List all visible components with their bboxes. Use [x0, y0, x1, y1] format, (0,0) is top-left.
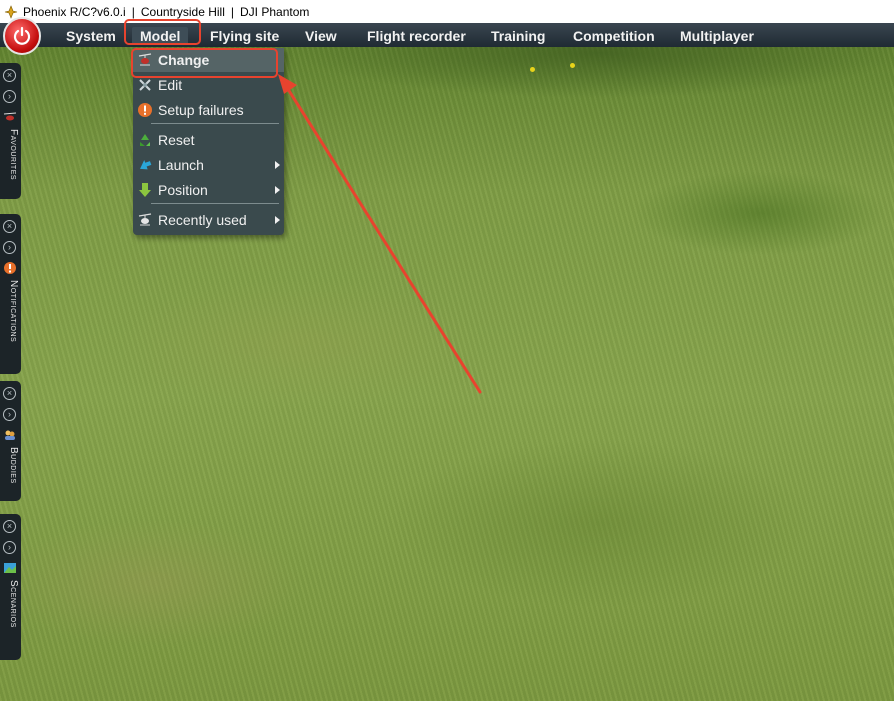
side-panel-notifications[interactable]: × › Notifications	[0, 214, 21, 374]
warning-icon	[4, 262, 16, 274]
change-item-highlight	[131, 48, 278, 78]
scenario-icon	[4, 563, 16, 573]
side-panel-scenarios[interactable]: × › Scenarios	[0, 514, 21, 660]
side-panel-label: Notifications	[8, 280, 19, 343]
menu-separator	[151, 123, 279, 124]
side-panel-label: Buddies	[8, 447, 19, 484]
flower	[530, 67, 535, 72]
side-panel-buddies[interactable]: × › Buddies	[0, 381, 21, 501]
menu-item-setup-failures[interactable]: Setup failures	[133, 98, 284, 122]
menu-item-label: Position	[158, 182, 208, 198]
down-arrow-icon	[139, 183, 151, 197]
power-button[interactable]	[3, 17, 41, 55]
helicopter-icon	[138, 213, 152, 226]
wrench-icon	[139, 79, 151, 91]
close-icon[interactable]: ×	[3, 220, 16, 233]
submenu-arrow-icon	[275, 216, 280, 224]
side-panel-label: Favourites	[8, 129, 19, 181]
launch-arrow-icon	[140, 159, 152, 170]
menu-view[interactable]: View	[297, 27, 345, 45]
menu-item-recently-used[interactable]: Recently used	[133, 208, 284, 232]
model-title: DJI Phantom	[240, 4, 310, 19]
side-panel-favourites[interactable]: × › Favourites	[0, 63, 21, 199]
flying-site-title: Countryside Hill	[140, 4, 225, 19]
menu-separator	[151, 203, 279, 204]
submenu-arrow-icon	[275, 161, 280, 169]
menu-item-label: Setup failures	[158, 102, 244, 118]
app-icon	[4, 4, 18, 19]
submenu-arrow-icon	[275, 186, 280, 194]
title-separator: |	[230, 4, 235, 19]
menu-system[interactable]: System	[58, 27, 124, 45]
menu-item-label: Recently used	[158, 212, 247, 228]
model-menu-highlight	[124, 19, 201, 45]
menu-multiplayer[interactable]: Multiplayer	[672, 27, 762, 45]
close-icon[interactable]: ×	[3, 387, 16, 400]
warning-icon	[138, 103, 152, 117]
menu-item-label: Launch	[158, 157, 204, 173]
title-separator: |	[131, 4, 135, 19]
menu-item-label: Reset	[158, 132, 195, 148]
menu-flying-site[interactable]: Flying site	[202, 27, 287, 45]
menu-competition[interactable]: Competition	[565, 27, 663, 45]
app-title: Phoenix R/C?v6.0.i	[23, 4, 126, 19]
expand-icon[interactable]: ›	[3, 241, 16, 254]
expand-icon[interactable]: ›	[3, 541, 16, 554]
expand-icon[interactable]: ›	[3, 90, 16, 103]
buddies-icon	[5, 430, 15, 440]
close-icon[interactable]: ×	[3, 520, 16, 533]
flower	[570, 63, 575, 68]
close-icon[interactable]: ×	[3, 69, 16, 82]
expand-icon[interactable]: ›	[3, 408, 16, 421]
power-icon	[13, 26, 31, 45]
menu-training[interactable]: Training	[483, 27, 553, 45]
menu-flight-recorder[interactable]: Flight recorder	[359, 27, 474, 45]
menu-item-launch[interactable]: Launch	[133, 153, 284, 177]
recycle-icon	[140, 134, 150, 146]
menu-item-reset[interactable]: Reset	[133, 128, 284, 152]
side-panel-label: Scenarios	[8, 580, 19, 628]
menu-item-position[interactable]: Position	[133, 178, 284, 202]
helicopter-icon	[3, 112, 17, 121]
